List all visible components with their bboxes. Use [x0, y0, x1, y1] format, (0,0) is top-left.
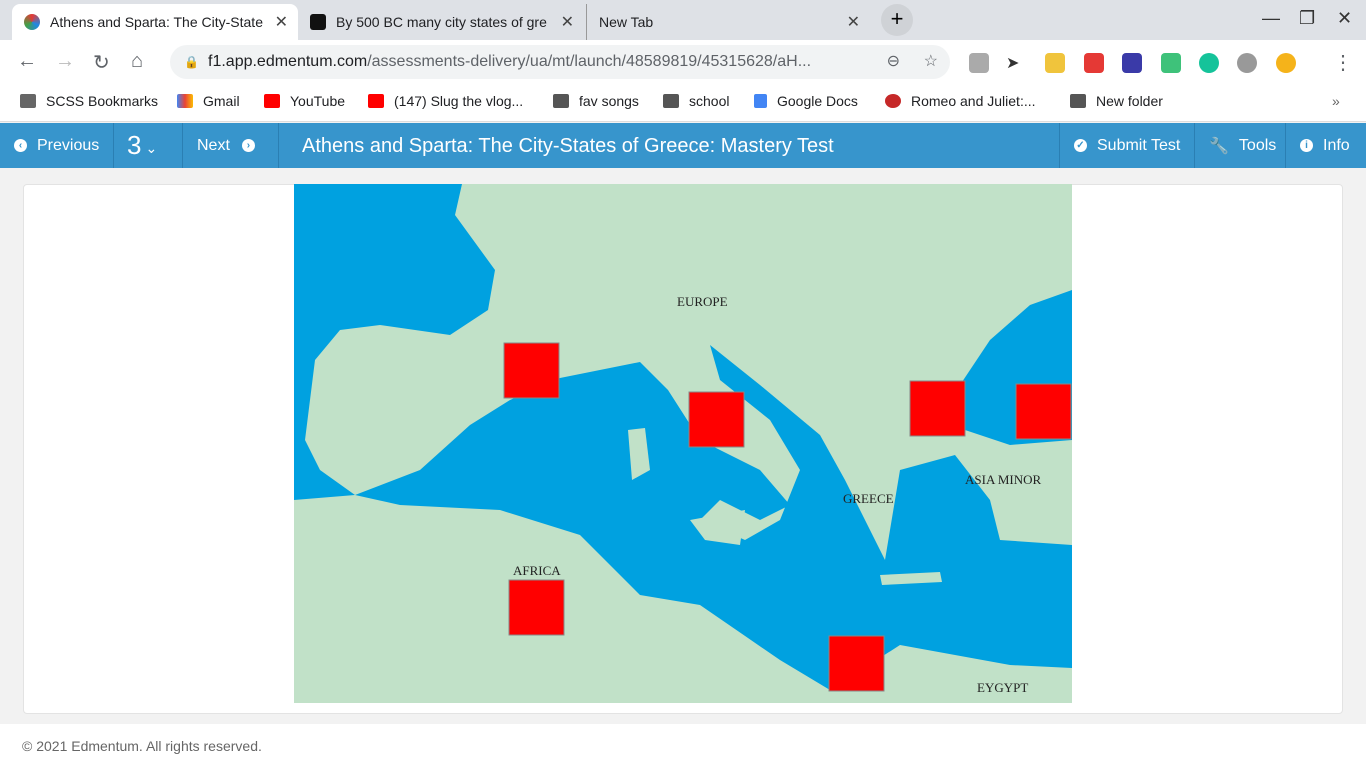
check-circle-icon: ✓: [1074, 139, 1087, 152]
close-window-icon[interactable]: ✕: [1337, 8, 1352, 29]
close-tab-icon[interactable]: ✕: [275, 12, 288, 32]
tab-athens[interactable]: Athens and Sparta: The City-State ✕: [12, 4, 298, 40]
brainly-icon: [310, 14, 326, 30]
extension-icon[interactable]: [969, 53, 989, 73]
submit-test-button[interactable]: ✓ Submit Test: [1059, 123, 1195, 168]
thumbs-up-icon[interactable]: [1276, 53, 1296, 73]
arrow-left-circle-icon: ‹: [14, 139, 27, 152]
next-button[interactable]: Next ›: [183, 123, 279, 168]
bookmark-google-docs[interactable]: Google Docs: [754, 93, 858, 109]
label-egypt: EYGYPT: [977, 680, 1028, 695]
extension-icon[interactable]: [1161, 53, 1181, 73]
wrench-icon: 🔧: [1209, 137, 1229, 155]
footer: © 2021 Edmentum. All rights reserved.: [0, 724, 1366, 768]
extension-icon[interactable]: [1045, 53, 1065, 73]
question-select[interactable]: 3 ⌄: [114, 123, 183, 168]
drop-target-spain[interactable]: [503, 342, 560, 399]
page-title: Athens and Sparta: The City-States of Gr…: [302, 135, 834, 157]
close-tab-icon[interactable]: ✕: [847, 12, 860, 32]
label-greece: GREECE: [843, 491, 894, 506]
edmentum-icon: [24, 14, 40, 30]
bookmark-slug[interactable]: (147) Slug the vlog...: [368, 93, 523, 109]
bookmark-romeo[interactable]: Romeo and Juliet:...: [885, 93, 1036, 109]
extension-icon[interactable]: [1084, 53, 1104, 73]
more-bookmarks[interactable]: »: [1332, 93, 1340, 109]
grammarly-icon[interactable]: [1199, 53, 1219, 73]
label-africa: AFRICA: [513, 563, 561, 578]
forward-icon[interactable]: →: [55, 50, 75, 73]
drop-target-libya[interactable]: [828, 635, 885, 692]
home-icon[interactable]: ⌂: [131, 50, 143, 73]
tools-button[interactable]: 🔧 Tools: [1195, 123, 1286, 168]
bookmark-school[interactable]: school: [663, 93, 729, 109]
reload-icon[interactable]: ↻: [93, 50, 110, 75]
test-toolbar: ‹ Previous 3 ⌄ Next › Athens and Sparta: Th…: [0, 123, 1366, 168]
drop-target-balkans[interactable]: [909, 380, 966, 437]
menu-icon[interactable]: ⋮: [1333, 50, 1353, 75]
cursor-extension-icon[interactable]: ➤: [1006, 53, 1026, 73]
bookmarks-bar: SCSS Bookmarks Gmail YouTube (147) Slug …: [0, 84, 1366, 122]
bookmark-gmail[interactable]: Gmail: [177, 93, 240, 109]
tab-new[interactable]: New Tab ✕: [586, 4, 870, 40]
bookmark-new-folder[interactable]: New folder: [1070, 93, 1163, 109]
extension-icon[interactable]: [1237, 53, 1257, 73]
label-europe: EUROPE: [677, 294, 728, 309]
zoom-icon[interactable]: ⊖: [887, 45, 900, 79]
close-tab-icon[interactable]: ✕: [561, 12, 574, 32]
lock-icon: 🔒: [184, 55, 199, 69]
extension-icon[interactable]: [1122, 53, 1142, 73]
tab-brainly[interactable]: By 500 BC many city states of gre ✕: [298, 4, 584, 40]
minimize-icon[interactable]: —: [1262, 8, 1280, 29]
bookmark-scss[interactable]: SCSS Bookmarks: [20, 93, 158, 109]
chevron-down-icon: ⌄: [145, 140, 158, 156]
drop-target-italy[interactable]: [688, 391, 745, 448]
restore-icon[interactable]: ❐: [1299, 8, 1315, 29]
label-asia-minor: ASIA MINOR: [965, 472, 1042, 487]
star-icon[interactable]: ☆: [924, 45, 938, 79]
mediterranean-map: EUROPE ASIA MINOR GREECE AFRICA EYGYPT: [294, 184, 1072, 703]
info-icon: i: [1300, 139, 1313, 152]
back-icon[interactable]: ←: [17, 50, 37, 73]
bookmark-fav-songs[interactable]: fav songs: [553, 93, 639, 109]
info-button[interactable]: i Info: [1286, 123, 1366, 168]
previous-button[interactable]: ‹ Previous: [0, 123, 114, 168]
tab-bar: Athens and Sparta: The City-State ✕ By 50…: [0, 0, 1366, 40]
arrow-right-circle-icon: ›: [241, 139, 255, 152]
new-tab-button[interactable]: +: [881, 4, 913, 36]
drop-target-africa[interactable]: [508, 579, 565, 636]
address-bar[interactable]: 🔒 f1.app.edmentum.com/assessments-deliver…: [170, 45, 950, 79]
bookmark-youtube[interactable]: YouTube: [264, 93, 345, 109]
drop-target-black-sea[interactable]: [1015, 383, 1072, 440]
